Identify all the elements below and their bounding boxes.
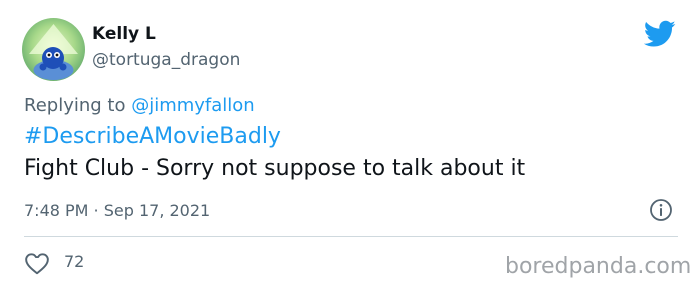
mention-link[interactable]: @jimmyfallon [131,95,255,116]
avatar[interactable] [22,18,85,81]
twitter-bird-icon[interactable] [644,20,676,48]
tweet-timestamp[interactable]: 7:48 PM · Sep 17, 2021 [24,201,210,220]
divider [24,236,678,237]
avatar-image [22,18,85,81]
hashtag-link[interactable]: #DescribeAMovieBadly [24,124,281,149]
info-icon[interactable] [649,198,673,222]
author-name[interactable]: Kelly L [92,24,156,44]
tweet-text: Fight Club - Sorry not suppose to talk a… [24,156,526,181]
watermark: boredpanda.com [505,254,692,279]
heart-icon[interactable] [24,251,50,275]
replying-to-label: Replying to [24,95,132,116]
replying-to: Replying to @jimmyfallon [24,95,255,116]
author-handle[interactable]: @tortuga_dragon [92,50,240,70]
like-count[interactable]: 72 [64,252,84,271]
